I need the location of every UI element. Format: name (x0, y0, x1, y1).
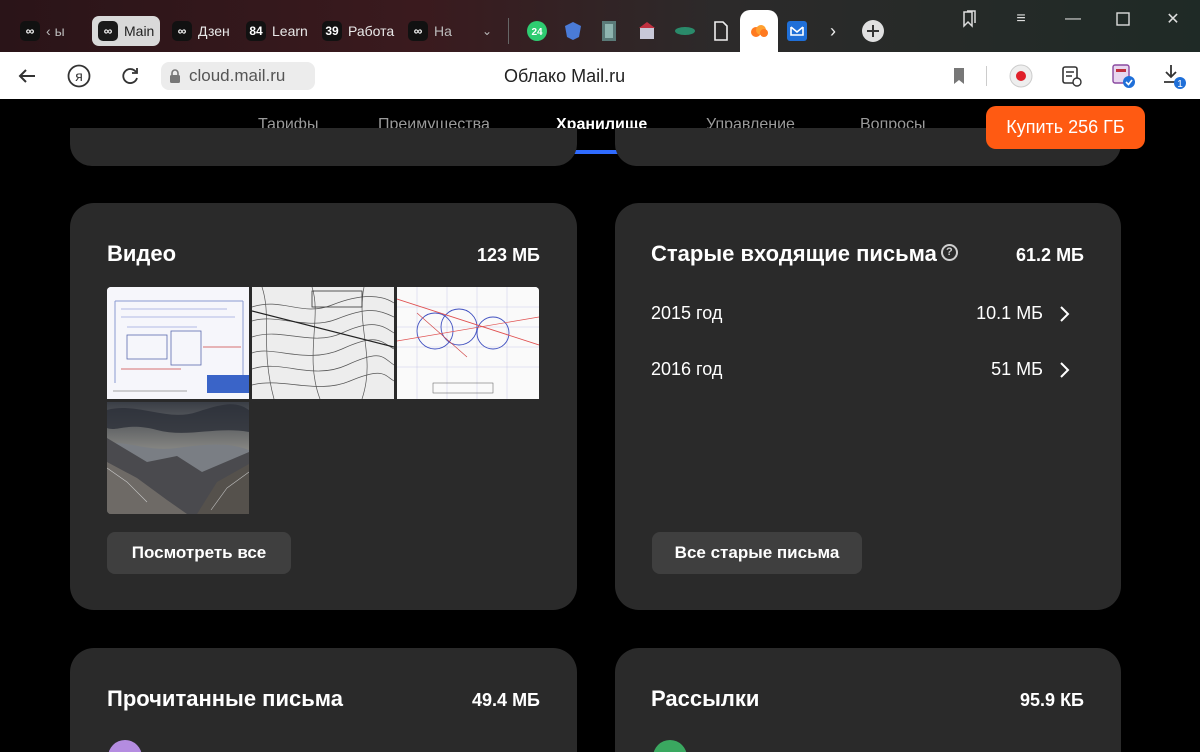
all-old-mail-button[interactable]: Все старые письма (652, 532, 862, 574)
url-text: cloud.mail.ru (189, 66, 286, 85)
pinned-tab-whatsapp[interactable]: 24 (524, 18, 550, 44)
list-item[interactable]: 2016 год 51 МБ (615, 351, 1121, 387)
yandex-logo-icon[interactable]: я (66, 63, 92, 89)
year-size: 51 МБ (991, 359, 1043, 379)
infinity-icon: ∞ (98, 21, 118, 41)
tab-label: Main (124, 23, 155, 39)
card-size: 61.2 МБ (1016, 245, 1084, 265)
address-bar: я cloud.mail.ru Облако Mail.ru 1 (0, 52, 1200, 99)
tab-label: Дзен (198, 23, 230, 39)
list-item[interactable]: 2015 год 10.1 МБ (615, 295, 1121, 331)
pinned-tab-5[interactable] (672, 18, 698, 44)
divider (986, 66, 987, 86)
downloads-icon[interactable]: 1 (1160, 63, 1186, 89)
card-title: Видео (107, 241, 177, 266)
tab-label: Learn (272, 23, 308, 39)
active-tab-cloud[interactable] (740, 10, 778, 52)
pinned-tab-2[interactable] (560, 18, 586, 44)
help-icon[interactable]: ? (940, 244, 958, 261)
book-icon (602, 21, 616, 41)
video-thumbnail[interactable] (107, 287, 249, 399)
year-size: 10.1 МБ (976, 303, 1043, 323)
plus-icon (862, 20, 884, 42)
read-mail-card: Прочитанные письма 49.4 МБ (70, 648, 577, 752)
svg-text:24: 24 (531, 27, 543, 38)
tab-label: Работа (348, 23, 395, 39)
video-card: Видео 123 МБ Посмотреть все (70, 203, 577, 610)
reader-icon[interactable] (1058, 63, 1084, 89)
card-title: Старые входящие письма (651, 241, 937, 266)
lock-icon (170, 68, 180, 83)
tab-learn[interactable]: 84 Learn (240, 16, 312, 46)
page-title: Облако Mail.ru (504, 66, 626, 86)
reload-icon[interactable] (117, 63, 143, 89)
buy-storage-button[interactable]: Купить 256 ГБ (986, 106, 1145, 149)
chat-icon: 24 (527, 21, 547, 41)
chevron-right-icon[interactable]: › (820, 18, 846, 44)
avatar (108, 740, 142, 752)
old-mail-card: Старые входящие письма? 61.2 МБ 2015 год… (615, 203, 1121, 610)
pinned-tab-4[interactable] (634, 18, 660, 44)
mail-icon (787, 21, 807, 41)
pinned-tab-3[interactable] (596, 18, 622, 44)
view-all-videos-button[interactable]: Посмотреть все (107, 532, 291, 574)
record-icon[interactable] (1008, 63, 1034, 89)
extension-icon[interactable] (1110, 63, 1136, 89)
card-size: 49.4 МБ (472, 690, 540, 710)
svg-text:1: 1 (1177, 79, 1183, 89)
tab-rabota[interactable]: 39 Работа (316, 16, 398, 46)
document-icon (714, 21, 728, 41)
url-field[interactable]: cloud.mail.ru (161, 62, 315, 90)
cloud-icon (751, 25, 768, 37)
new-tab-button[interactable] (860, 18, 886, 44)
menu-icon[interactable]: ≡ (1006, 8, 1036, 30)
maximize-icon[interactable] (1108, 8, 1138, 30)
count-badge: 84 (246, 21, 266, 41)
tab-dzen[interactable]: ∞ Дзен (166, 16, 236, 46)
card-title-wrap: Старые входящие письма? (651, 241, 958, 267)
infinity-icon: ∞ (172, 21, 192, 41)
tab-divider (508, 18, 509, 44)
chevron-down-icon[interactable]: ⌄ (482, 24, 492, 38)
card-size: 95.9 КБ (1020, 690, 1084, 710)
tab-1[interactable]: ∞ ‹ ы (14, 16, 86, 46)
ellipse-icon (675, 27, 695, 35)
infinity-icon: ∞ (20, 21, 40, 41)
tab-label: ‹ ы (46, 23, 65, 39)
card-title: Рассылки (651, 686, 760, 711)
card-size: 123 МБ (477, 245, 540, 265)
video-thumbnail[interactable] (397, 287, 539, 399)
card-title: Прочитанные письма (107, 686, 343, 711)
year-label: 2015 год (651, 303, 723, 323)
building-icon (639, 22, 655, 39)
tab-na[interactable]: ∞ На ⌄ (402, 16, 498, 46)
shield-icon (565, 22, 581, 40)
avatar (653, 740, 687, 752)
back-icon[interactable] (14, 63, 40, 89)
pinned-tab-mail[interactable] (784, 18, 810, 44)
newsletters-card: Рассылки 95.9 КБ (615, 648, 1121, 752)
chevron-right-icon (1060, 306, 1070, 322)
tab-main[interactable]: ∞ Main (92, 16, 160, 46)
card-stub-left (70, 128, 577, 166)
close-icon[interactable]: ✕ (1158, 8, 1188, 30)
bookmark-icon[interactable] (946, 63, 972, 89)
infinity-icon: ∞ (408, 21, 428, 41)
count-badge: 39 (322, 21, 342, 41)
video-thumbnail[interactable] (107, 402, 249, 514)
chevron-right-icon (1060, 362, 1070, 378)
browser-tab-strip: ∞ ‹ ы ∞ Main ∞ Дзен 84 Learn 39 Работа ∞… (0, 0, 1200, 52)
collections-icon[interactable] (954, 8, 984, 30)
svg-text:я: я (75, 68, 83, 84)
minimize-icon[interactable]: — (1058, 8, 1088, 30)
year-label: 2016 год (651, 359, 723, 379)
pinned-tab-6[interactable] (708, 18, 734, 44)
tab-label: На (434, 23, 452, 39)
video-thumbnail[interactable] (252, 287, 394, 399)
